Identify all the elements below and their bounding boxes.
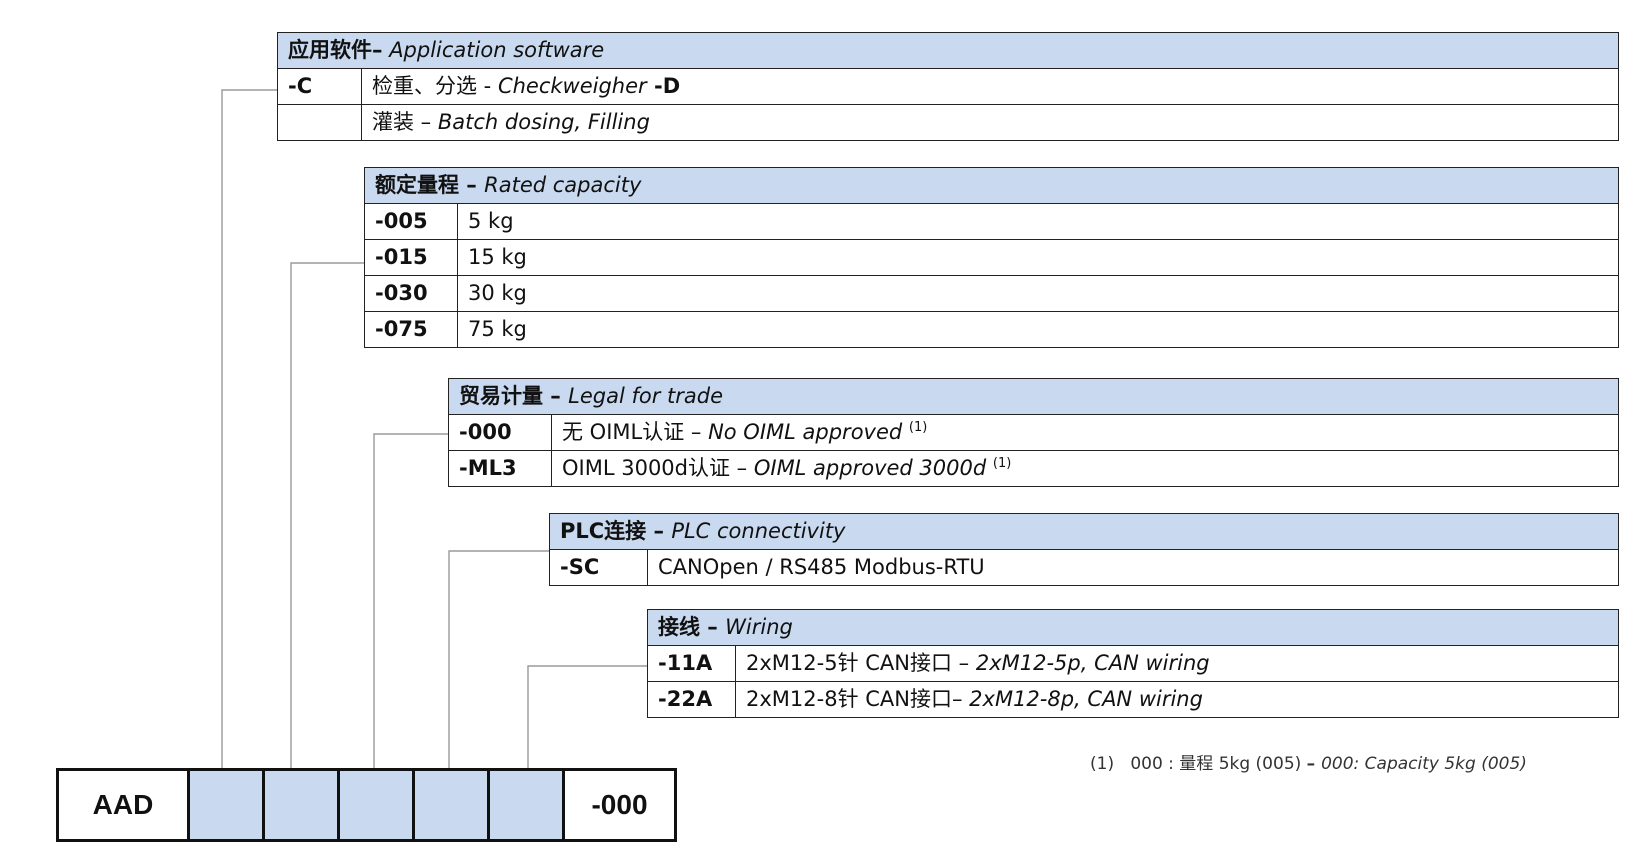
connector-plc (448, 550, 549, 768)
option-code: -030 (364, 275, 458, 312)
header-cn: 贸易计量 (459, 384, 543, 408)
connector-application (221, 89, 277, 768)
option-code: -015 (364, 239, 458, 276)
code-slot-legal (340, 771, 415, 839)
table-row: -SC CANOpen / RS485 Modbus-RTU (549, 549, 1619, 586)
description-en: 2xM12-5p, CAN wiring (975, 651, 1210, 675)
option-description: 无 OIML认证 – No OIML approved (1) (551, 414, 1619, 451)
plc-connectivity-header: PLC连接 – PLC connectivity (549, 513, 1619, 550)
application-software-header: 应用软件– Application software (277, 32, 1619, 69)
option-description: 灌装 – Batch dosing, Filling (361, 104, 1619, 141)
description-en: OIML approved 3000d (753, 456, 987, 480)
rated-capacity-header: 额定量程 – Rated capacity (364, 167, 1619, 204)
footnote-label: (1) (1090, 754, 1115, 774)
option-description: OIML 3000d认证 – OIML approved 3000d (1) (551, 450, 1619, 487)
description-cn: 2xM12-5针 CAN接口 – (746, 651, 976, 675)
wiring-table: 接线 – Wiring -11A 2xM12-5针 CAN接口 – 2xM12-… (647, 609, 1619, 718)
table-header: 贸易计量 – Legal for trade (448, 378, 1619, 415)
option-code: -075 (364, 311, 458, 348)
table-row: -22A 2xM12-8针 CAN接口– 2xM12-8p, CAN wirin… (647, 681, 1619, 718)
code-slot-capacity (265, 771, 340, 839)
footnote-marker: (1) (992, 456, 1012, 471)
header-separator: – (646, 519, 672, 543)
table-row: -005 5 kg (364, 203, 1619, 240)
option-description: 5 kg (457, 203, 1619, 240)
header-cn: PLC连接 (560, 519, 647, 543)
footnote-text-cn: 000 : 量程 5kg (005) (1130, 754, 1307, 774)
table-row: -11A 2xM12-5针 CAN接口 – 2xM12-5p, CAN wiri… (647, 645, 1619, 682)
footnote-separator: – (1306, 754, 1322, 774)
description-en: Batch dosing, Filling (437, 110, 650, 134)
option-code: -11A (647, 645, 736, 682)
option-description: CANOpen / RS485 Modbus-RTU (647, 549, 1619, 586)
description-cn: 检重、分选 - (372, 74, 498, 98)
product-code-bar: AAD -000 (56, 768, 677, 842)
table-row: 灌装 – Batch dosing, Filling (277, 104, 1619, 141)
footnote: (1) 000 : 量程 5kg (005) – 000: Capacity 5… (1090, 749, 1527, 774)
header-separator: – (700, 615, 726, 639)
option-description: 检重、分选 - Checkweigher -D (361, 68, 1619, 105)
option-code (277, 104, 362, 141)
description-cn: 2xM12-8针 CAN接口– (746, 687, 970, 711)
description-en: 2xM12-8p, CAN wiring (969, 687, 1203, 711)
description-cn: OIML 3000d认证 – (562, 456, 754, 480)
connector-capacity (290, 262, 364, 768)
header-separator: – (372, 38, 383, 62)
header-separator: – (459, 173, 485, 197)
option-description: 2xM12-5针 CAN接口 – 2xM12-5p, CAN wiring (735, 645, 1619, 682)
table-row: -C 检重、分选 - Checkweigher -D (277, 68, 1619, 105)
option-code: -SC (549, 549, 648, 586)
description-cn: 灌装 – (372, 110, 438, 134)
option-description: 2xM12-8针 CAN接口– 2xM12-8p, CAN wiring (735, 681, 1619, 718)
option-code: -000 (448, 414, 552, 451)
table-row: -075 75 kg (364, 311, 1619, 348)
application-software-table: 应用软件– Application software -C 检重、分选 - Ch… (277, 32, 1619, 141)
table-row: -ML3 OIML 3000d认证 – OIML approved 3000d … (448, 450, 1619, 487)
header-en: Rated capacity (484, 173, 642, 197)
table-row: -015 15 kg (364, 239, 1619, 276)
header-en: PLC connectivity (671, 519, 846, 543)
legal-for-trade-table: 贸易计量 – Legal for trade -000 无 OIML认证 – N… (448, 378, 1619, 487)
option-code: -ML3 (448, 450, 552, 487)
product-code-prefix: AAD (59, 771, 190, 839)
legal-for-trade-header: 贸易计量 – Legal for trade (448, 378, 1619, 415)
code-slot-application (190, 771, 265, 839)
option-description: 15 kg (457, 239, 1619, 276)
code-slot-wiring (490, 771, 565, 839)
table-header: 接线 – Wiring (647, 609, 1619, 646)
header-cn: 接线 (658, 615, 700, 639)
product-code-suffix: -000 (565, 771, 674, 839)
description-en: Checkweigher (497, 74, 647, 98)
header-en: Legal for trade (568, 384, 723, 408)
footnote-text-en: 000: Capacity 5kg (005) (1321, 754, 1527, 774)
option-description: 30 kg (457, 275, 1619, 312)
table-row: -000 无 OIML认证 – No OIML approved (1) (448, 414, 1619, 451)
option-code: -22A (647, 681, 736, 718)
header-cn: 额定量程 (375, 173, 459, 197)
description-code: -D (646, 74, 681, 98)
table-header: PLC连接 – PLC connectivity (549, 513, 1619, 550)
header-cn: 应用软件 (288, 38, 372, 62)
table-row: -030 30 kg (364, 275, 1619, 312)
rated-capacity-table: 额定量程 – Rated capacity -005 5 kg -015 15 … (364, 167, 1619, 348)
table-header: 额定量程 – Rated capacity (364, 167, 1619, 204)
connector-wiring (527, 665, 647, 768)
header-separator: – (543, 384, 569, 408)
header-en: Application software (389, 38, 605, 62)
connector-legal (373, 433, 448, 768)
description-cn: 无 OIML认证 – (562, 420, 709, 444)
code-slot-plc (415, 771, 490, 839)
option-description: 75 kg (457, 311, 1619, 348)
header-en: Wiring (725, 615, 793, 639)
wiring-header: 接线 – Wiring (647, 609, 1619, 646)
footnote-marker: (1) (908, 420, 928, 435)
option-code: -005 (364, 203, 458, 240)
description-en: No OIML approved (708, 420, 903, 444)
table-header: 应用软件– Application software (277, 32, 1619, 69)
option-code: -C (277, 68, 362, 105)
plc-connectivity-table: PLC连接 – PLC connectivity -SC CANOpen / R… (549, 513, 1619, 586)
